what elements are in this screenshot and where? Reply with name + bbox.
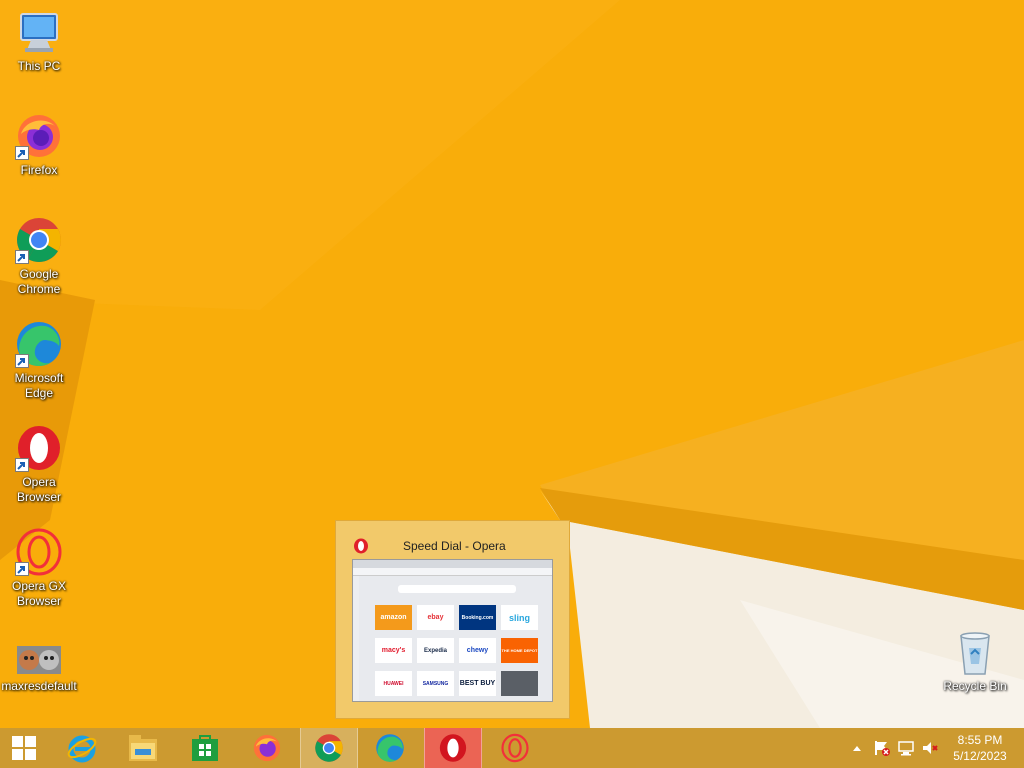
chrome-icon <box>315 734 343 762</box>
speed-dial-tile: amazon <box>375 605 412 630</box>
desktop-icon-google-chrome[interactable]: Google Chrome <box>0 216 81 297</box>
firefox-icon <box>15 112 63 160</box>
taskbar-clock[interactable]: 8:55 PM 5/12/2023 <box>944 732 1016 764</box>
network-icon[interactable] <box>896 728 916 768</box>
edge-icon <box>376 734 404 762</box>
preview-sidebar <box>353 576 359 701</box>
firefox-icon <box>253 734 281 762</box>
speed-dial-tile: HUAWEI <box>375 671 412 696</box>
desktop-icon-label: Microsoft Edge <box>14 371 64 400</box>
speed-dial-tile: macy's <box>375 638 412 663</box>
speed-dial-tile: Booking.com <box>459 605 496 630</box>
recycle-bin-icon <box>951 628 999 676</box>
speed-dial-tile: SAMSUNG <box>417 671 454 696</box>
taskbar-item-file-explorer[interactable] <box>115 728 171 768</box>
speed-dial-tile: THE HOME DEPOT <box>501 638 538 663</box>
taskbar-item-opera[interactable] <box>424 728 482 768</box>
shortcut-arrow-icon <box>15 250 29 264</box>
thumbnail-preview[interactable]: amazon ebay Booking.com sling macy's Exp… <box>352 559 553 702</box>
show-hidden-icons-button[interactable] <box>848 728 866 768</box>
desktop-icon-label: Opera Browser <box>16 475 61 504</box>
preview-address-bar <box>353 568 552 576</box>
speed-dial-tile: chewy <box>459 638 496 663</box>
taskbar <box>0 728 1024 768</box>
taskbar-item-firefox[interactable] <box>239 728 295 768</box>
taskbar-item-microsoft-edge[interactable] <box>362 728 418 768</box>
desktop-icon-maxresdefault[interactable]: maxresdefault <box>0 642 81 694</box>
desktop-icon-recycle-bin[interactable]: Recycle Bin <box>933 628 1017 694</box>
clock-date: 5/12/2023 <box>953 749 1007 763</box>
shortcut-arrow-icon <box>15 562 29 576</box>
shortcut-arrow-icon <box>15 354 29 368</box>
taskbar-item-store[interactable] <box>177 728 233 768</box>
desktop-icon-label: Firefox <box>20 163 58 177</box>
opera-icon <box>15 424 63 472</box>
folder-icon <box>129 735 157 761</box>
desktop-icon-opera-gx-browser[interactable]: Opera GX Browser <box>0 528 81 609</box>
start-button[interactable] <box>0 728 48 768</box>
speed-dial-tile: BEST BUY <box>459 671 496 696</box>
taskbar-item-opera-gx[interactable] <box>487 728 543 768</box>
volume-muted-icon[interactable] <box>920 728 940 768</box>
taskbar-item-internet-explorer[interactable] <box>54 728 110 768</box>
opera-icon <box>353 538 369 559</box>
edge-icon <box>15 320 63 368</box>
speed-dial-tile: ebay <box>417 605 454 630</box>
action-center-flag-icon[interactable] <box>872 728 892 768</box>
speed-dial-add-tile <box>501 671 538 696</box>
thumbnail-title: Speed Dial - Opera <box>403 539 506 553</box>
speed-dial-tile: Expedia <box>417 638 454 663</box>
desktop-icon-microsoft-edge[interactable]: Microsoft Edge <box>0 320 81 401</box>
speed-dial-tile: sling <box>501 605 538 630</box>
desktop-icon-label: This PC <box>17 59 61 73</box>
opera-gx-icon <box>15 528 63 576</box>
opera-icon <box>439 734 467 762</box>
taskbar-thumbnail-popup[interactable]: Speed Dial - Opera amazon ebay Booking.c… <box>335 520 570 719</box>
preview-search-box <box>398 585 516 593</box>
desktop-icon-firefox[interactable]: Firefox <box>0 112 81 178</box>
image-file-icon <box>15 642 63 676</box>
internet-explorer-icon <box>67 735 97 763</box>
desktop-icon-label: Recycle Bin <box>943 679 1007 693</box>
opera-gx-icon <box>501 733 529 763</box>
this-pc-icon <box>15 8 63 56</box>
taskbar-item-google-chrome[interactable] <box>300 728 358 768</box>
store-icon <box>192 735 218 761</box>
shortcut-arrow-icon <box>15 458 29 472</box>
chevron-up-icon <box>853 746 861 751</box>
chrome-icon <box>15 216 63 264</box>
desktop-icon-opera-browser[interactable]: Opera Browser <box>0 424 81 505</box>
desktop-icon-label: Opera GX Browser <box>11 579 67 608</box>
preview-tab-strip <box>353 560 552 568</box>
clock-time: 8:55 PM <box>957 733 1003 747</box>
desktop-icon-label: Google Chrome <box>17 267 61 296</box>
shortcut-arrow-icon <box>15 146 29 160</box>
windows-logo-icon <box>12 736 36 760</box>
desktop-icon-this-pc[interactable]: This PC <box>0 8 81 74</box>
desktop-icon-label: maxresdefault <box>1 679 77 693</box>
